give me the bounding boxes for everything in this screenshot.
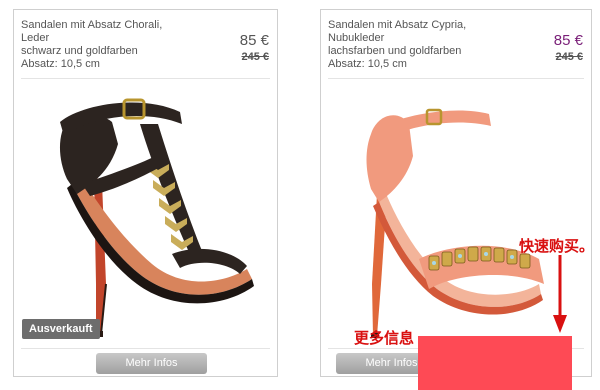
more-info-annotation: 更多信息: [354, 330, 415, 347]
divider: [328, 78, 584, 79]
current-price: 85 €: [553, 32, 583, 49]
product-title-line1: Sandalen mit Absatz Cypria,: [328, 19, 467, 31]
divider: [21, 78, 270, 79]
product-info: Sandalen mit Absatz Cypria, Nubukleder l…: [328, 19, 538, 71]
product-color: schwarz und goldfarben: [21, 45, 138, 57]
salmon-ankle-strap-sandal-image: [366, 108, 544, 338]
product-info: Sandalen mit Absatz Chorali, Leder schwa…: [21, 19, 231, 71]
product-title-line2: Nubukleder: [328, 32, 385, 44]
black-t-strap-sandal-image: [59, 98, 254, 337]
red-arrow-icon: [553, 255, 567, 333]
product-heel: Absatz: 10,5 cm: [21, 58, 100, 70]
quick-buy-annotation: 快速购买。: [519, 238, 595, 255]
product-listing-page: Sandalen mit Absatz Chorali, Leder schwa…: [0, 0, 600, 390]
product-title-line2: Leder: [21, 32, 50, 44]
overlay-block: [418, 336, 572, 390]
price-box: 85 € 245 €: [240, 32, 269, 63]
product-image[interactable]: [329, 84, 583, 346]
more-info-button[interactable]: Mehr Infos: [96, 353, 207, 374]
current-price: 85 €: [239, 32, 269, 49]
sold-out-badge: Ausverkauft: [22, 319, 100, 339]
price-box: 85 € 245 €: [554, 32, 583, 63]
old-price: 245 €: [555, 51, 583, 63]
product-heel: Absatz: 10,5 cm: [328, 58, 407, 70]
old-price: 245 €: [241, 51, 269, 63]
product-image[interactable]: [22, 84, 269, 346]
divider: [21, 348, 270, 349]
product-title-line1: Sandalen mit Absatz Chorali,: [21, 19, 163, 31]
product-color: lachsfarben und goldfarben: [328, 45, 462, 57]
product-card-chorali[interactable]: Sandalen mit Absatz Chorali, Leder schwa…: [13, 9, 278, 377]
